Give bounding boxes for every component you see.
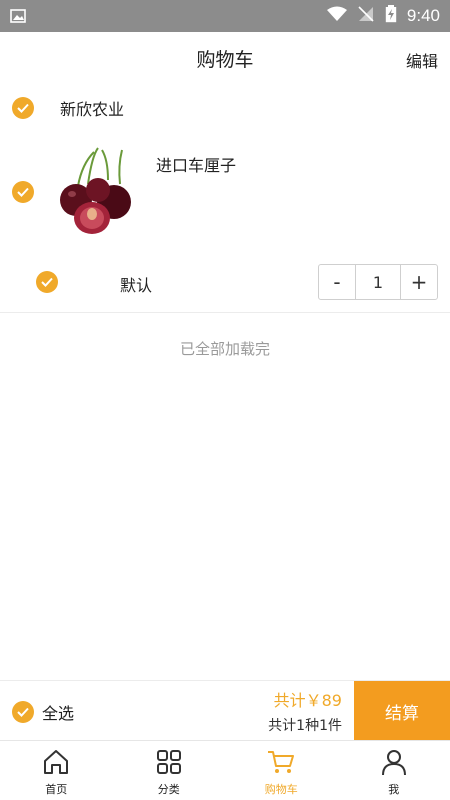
tab-home[interactable]: 首页 [0,741,113,800]
spec-label: 默认 [120,276,153,295]
divider [0,312,450,313]
checkout-bar: 全选 共计￥89 共计1种1件 结算 [0,680,450,741]
grid-icon [156,750,181,774]
decrease-button[interactable]: - [319,265,355,299]
status-time: 9:40 [406,6,440,25]
select-all[interactable]: 全选 [12,700,74,724]
battery-charging-icon [385,5,397,27]
header: 购物车 [0,32,450,84]
tab-label: 我 [388,783,400,796]
shop-name: 新欣农业 [60,100,125,119]
cherry-image [60,147,131,234]
checkout-button[interactable]: 结算 [354,681,450,741]
total-count: 共计1种1件 [268,718,342,734]
no-signal-icon [357,5,375,27]
gallery-icon [10,8,30,24]
quantity-value[interactable]: 1 [355,265,401,299]
page-title: 购物车 [196,48,254,71]
check-icon [17,707,29,717]
user-icon [381,750,406,776]
total-price: 共计￥89 [273,691,342,710]
tab-bar: 首页 分类 购物车 我 [0,740,450,800]
tab-label: 分类 [157,783,180,796]
tab-cart[interactable]: 购物车 [225,741,338,800]
select-all-checkbox[interactable] [12,701,34,723]
tab-me[interactable]: 我 [338,741,450,800]
shop-checkbox[interactable] [12,97,34,119]
check-icon [17,187,29,197]
tab-label: 购物车 [264,783,298,796]
increase-button[interactable]: + [401,265,437,299]
edit-button[interactable]: 编辑 [406,48,438,72]
home-icon [44,750,69,774]
shop-row: 新欣农业 [12,92,124,124]
select-all-label: 全选 [42,704,75,723]
product-name[interactable]: 进口车厘子 [156,152,236,176]
product-image[interactable] [48,144,144,240]
product-checkbox[interactable] [12,181,34,203]
status-bar: 9:40 [0,0,450,32]
tab-label: 首页 [45,783,68,796]
check-icon [17,103,29,113]
wifi-icon [326,6,347,26]
quantity-stepper: - 1 + [318,264,438,300]
spec-checkbox[interactable] [36,271,58,293]
cart-icon [268,751,295,773]
tab-category[interactable]: 分类 [113,741,226,800]
check-icon [41,277,53,287]
all-loaded-text: 已全部加载完 [179,340,270,358]
